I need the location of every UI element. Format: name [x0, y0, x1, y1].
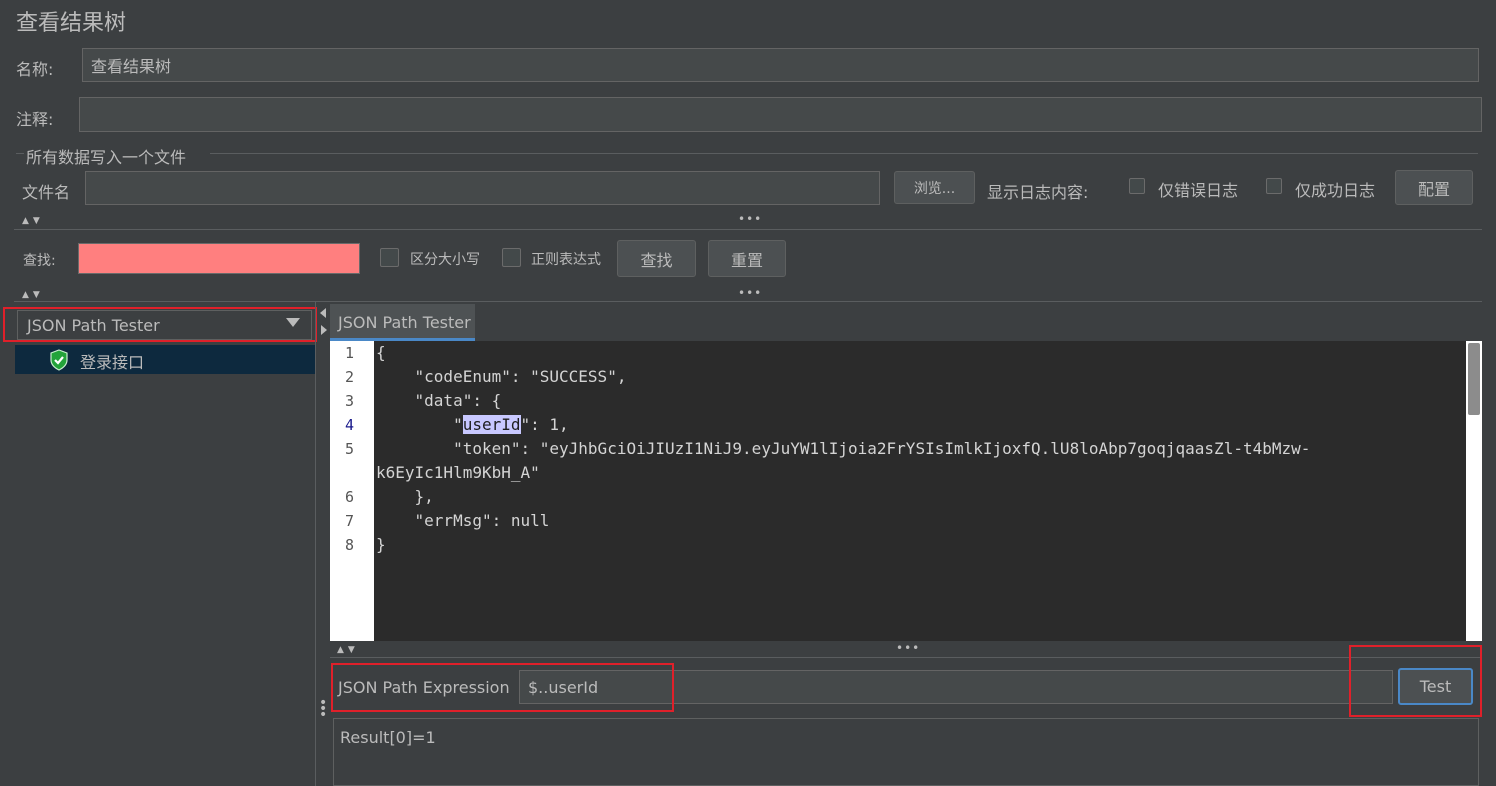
file-section-legend: 所有数据写入一个文件 [26, 148, 187, 167]
code-line: "token": "eyJhbGciOiJIUzI1NiJ9.eyJuYW1lI… [376, 439, 1311, 458]
line-number-current: 4 [344, 416, 354, 434]
browse-button[interactable]: 浏览... [894, 171, 975, 204]
annotation-box-renderer [3, 307, 317, 342]
regex-checkbox[interactable] [502, 248, 521, 267]
code-line: k6EyIc1Hlm9KbH_A" [376, 463, 540, 482]
code-line: { [376, 343, 386, 362]
line-number: 3 [344, 392, 354, 410]
vertical-splitter-line [315, 302, 316, 786]
errors-only-label: 仅错误日志 [1158, 181, 1239, 200]
config-button[interactable]: 配置 [1395, 170, 1473, 205]
comment-field[interactable] [79, 97, 1482, 132]
regex-label: 正则表达式 [531, 252, 601, 268]
code-line: "errMsg": null [376, 511, 550, 530]
case-sensitive-checkbox[interactable] [380, 248, 399, 267]
result-area[interactable]: Result[0]=1 [333, 718, 1479, 786]
annotation-box-test [1349, 645, 1482, 717]
search-input[interactable] [78, 243, 360, 274]
search-highlight: userId [462, 415, 521, 434]
code-line: "data": { [376, 391, 502, 410]
filename-label: 文件名 [22, 183, 71, 202]
collapse-arrows-2[interactable]: ▲▼ [22, 290, 44, 300]
name-label: 名称: [16, 60, 54, 79]
annotation-box-expression [331, 663, 674, 712]
result-text: Result[0]=1 [340, 728, 436, 747]
section-border-left [16, 153, 24, 154]
line-number: 2 [344, 368, 354, 386]
response-editor[interactable]: 1 2 3 4 5 6 7 8 { "codeEnum": "SUCCESS",… [330, 341, 1482, 641]
line-number: 7 [344, 512, 354, 530]
code-line: "codeEnum": "SUCCESS", [376, 367, 627, 386]
splitter-line-1 [14, 229, 1482, 230]
splitter-handle-1[interactable]: ••• [738, 212, 762, 226]
collapse-arrows-1[interactable]: ▲▼ [22, 216, 44, 226]
code-line: }, [376, 487, 434, 506]
window-title: 查看结果树 [16, 11, 127, 36]
line-number: 5 [344, 440, 354, 458]
tab-label: JSON Path Tester [338, 313, 471, 332]
success-only-label: 仅成功日志 [1295, 181, 1376, 200]
section-border-right [210, 153, 1478, 154]
splitter-line-2 [14, 301, 1482, 302]
splitter-line-3 [330, 657, 1482, 658]
show-log-label: 显示日志内容: [987, 183, 1089, 202]
splitter-handle-3[interactable]: ••• [896, 641, 920, 655]
collapse-arrows-3[interactable]: ▲▼ [337, 645, 359, 655]
success-only-checkbox[interactable] [1266, 178, 1282, 194]
editor-scrollbar[interactable] [1466, 341, 1482, 641]
tab-json-path-tester[interactable]: JSON Path Tester [330, 304, 475, 341]
find-button[interactable]: 查找 [617, 240, 696, 277]
line-number-gutter: 1 2 3 4 5 6 7 8 [330, 341, 374, 641]
tree-item-label: 登录接口 [80, 353, 145, 372]
success-shield-icon [49, 349, 69, 371]
line-number: 8 [344, 536, 354, 554]
errors-only-checkbox[interactable] [1129, 178, 1145, 194]
search-label: 查找: [23, 253, 56, 269]
filename-field[interactable] [85, 171, 880, 205]
line-number: 6 [344, 488, 354, 506]
code-line: "userId": 1, [376, 415, 569, 434]
line-number: 1 [344, 344, 354, 362]
name-field[interactable]: 查看结果树 [82, 48, 1479, 82]
case-sensitive-label: 区分大小写 [410, 252, 480, 268]
splitter-handle-2[interactable]: ••• [738, 286, 762, 300]
comment-label: 注释: [16, 110, 54, 129]
tree-item-login[interactable]: 登录接口 [15, 345, 315, 374]
code-line: } [376, 535, 386, 554]
code-text: " [376, 415, 463, 434]
reset-button[interactable]: 重置 [708, 240, 786, 277]
code-text: ": 1, [520, 415, 569, 434]
code-content: { "codeEnum": "SUCCESS", "data": { "user… [376, 341, 1310, 554]
collapse-right-icon[interactable] [321, 325, 327, 335]
vertical-splitter-handle[interactable]: • • • [319, 696, 327, 722]
collapse-left-icon[interactable] [320, 308, 326, 318]
scrollbar-thumb[interactable] [1468, 343, 1480, 415]
